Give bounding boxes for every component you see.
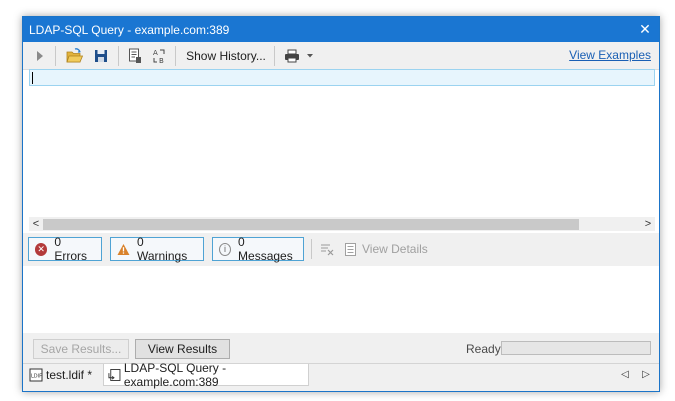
tab-scroll-left-icon[interactable]: ◁ xyxy=(619,368,631,382)
toolbar-separator xyxy=(274,46,275,66)
document-properties-button[interactable] xyxy=(127,46,143,66)
show-history-button[interactable]: Show History... xyxy=(184,46,268,66)
tab-scroll-right-icon[interactable]: ▷ xyxy=(640,368,652,382)
view-examples-link[interactable]: View Examples xyxy=(569,48,651,62)
convert-button[interactable]: A B xyxy=(151,46,167,66)
status-text: Ready xyxy=(466,342,501,356)
scroll-right-arrow-icon[interactable]: > xyxy=(641,217,655,231)
error-icon: ✕ xyxy=(35,242,48,256)
warning-icon xyxy=(117,243,130,255)
save-button[interactable] xyxy=(93,46,109,66)
svg-text:LDIF: LDIF xyxy=(31,374,42,380)
run-button[interactable] xyxy=(33,46,47,66)
horizontal-scrollbar[interactable]: < > xyxy=(29,217,655,231)
tab-test-ldif[interactable]: LDIF test.ldif * xyxy=(29,364,99,386)
scroll-left-arrow-icon[interactable]: < xyxy=(29,217,43,231)
save-icon xyxy=(95,50,107,62)
message-bar-separator xyxy=(311,239,312,259)
play-icon xyxy=(37,51,43,61)
open-folder-icon xyxy=(66,48,84,63)
printer-icon xyxy=(285,49,299,63)
query-editor[interactable] xyxy=(29,69,655,216)
warnings-filter-button[interactable]: 0 Warnings xyxy=(110,235,204,263)
errors-filter-button[interactable]: ✕ 0 Errors xyxy=(28,235,102,263)
scrollbar-thumb[interactable] xyxy=(43,219,579,230)
document-list-icon xyxy=(129,48,141,63)
info-icon: i xyxy=(219,242,232,256)
messages-filter-button[interactable]: i 0 Messages xyxy=(212,235,304,263)
view-details-label: View Details xyxy=(362,242,428,256)
tab-label: test.ldif * xyxy=(46,368,93,382)
toolbar-separator xyxy=(55,46,56,66)
current-line-highlight xyxy=(29,69,655,86)
errors-count: 0 Errors xyxy=(54,235,88,263)
title-bar: LDAP-SQL Query - example.com:389 ✕ xyxy=(23,17,659,42)
message-bar: ✕ 0 Errors 0 Warnings i 0 Messages View … xyxy=(23,233,659,266)
toolbar-separator xyxy=(175,46,176,66)
open-button[interactable] xyxy=(65,46,85,66)
chevron-down-icon xyxy=(307,54,313,58)
view-results-button[interactable]: View Results xyxy=(135,339,230,359)
document-tab-strip: LDIF test.ldif * LDAP-SQL Query - exampl… xyxy=(23,360,659,391)
convert-ab-icon: A B xyxy=(153,49,165,64)
clear-messages-button[interactable] xyxy=(319,239,335,259)
ldif-file-icon: LDIF xyxy=(29,368,43,382)
text-caret xyxy=(32,72,33,84)
toolbar-separator xyxy=(118,46,119,66)
details-document-icon xyxy=(345,242,356,256)
tab-label: LDAP-SQL Query - example.com:389 xyxy=(123,360,227,389)
query-window: LDAP-SQL Query - example.com:389 ✕ A B S… xyxy=(22,16,660,392)
tab-ldap-sql-query[interactable]: LDAP-SQL Query - example.com:389 xyxy=(103,360,309,389)
svg-text:A: A xyxy=(153,49,158,57)
messages-list[interactable] xyxy=(29,266,655,332)
warnings-count: 0 Warnings xyxy=(136,235,188,263)
query-file-icon xyxy=(108,368,121,381)
results-bar: Save Results... View Results Ready xyxy=(23,333,659,363)
window-title: LDAP-SQL Query - example.com:389 xyxy=(29,23,230,37)
toolbar: A B Show History... View Examples xyxy=(23,42,659,70)
svg-text:B: B xyxy=(159,57,164,64)
view-details-button[interactable]: View Details xyxy=(345,239,431,259)
save-results-button[interactable]: Save Results... xyxy=(33,339,129,359)
print-button[interactable] xyxy=(282,46,316,66)
clear-list-icon xyxy=(321,244,334,256)
messages-count: 0 Messages xyxy=(238,235,293,263)
status-progress-bar xyxy=(501,341,651,355)
close-button[interactable]: ✕ xyxy=(637,20,653,38)
